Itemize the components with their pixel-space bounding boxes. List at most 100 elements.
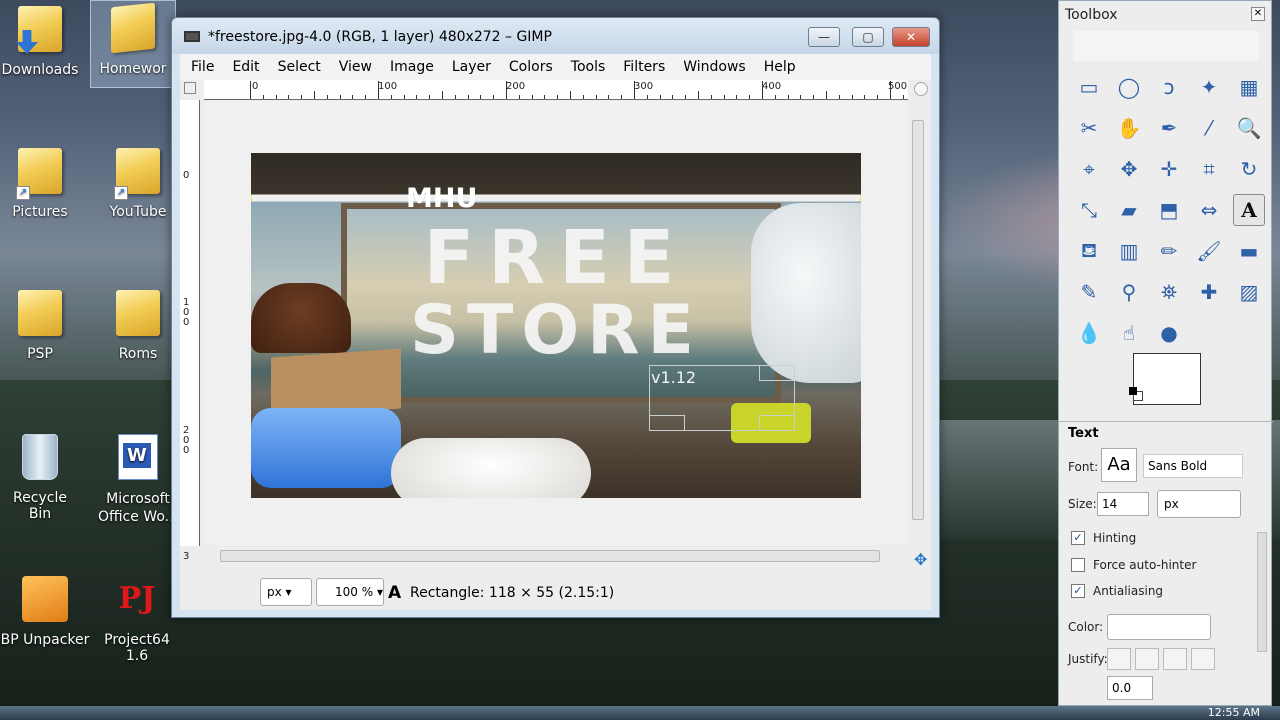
minimize-button[interactable]: — bbox=[808, 27, 840, 47]
flip-icon[interactable]: ⇔ bbox=[1193, 194, 1225, 226]
color-picker-icon[interactable]: ⁄ bbox=[1193, 112, 1225, 144]
free-select-icon[interactable]: ↄ bbox=[1153, 71, 1185, 103]
font-preview[interactable]: Aa bbox=[1101, 448, 1137, 482]
dodge-burn-icon[interactable]: ● bbox=[1153, 317, 1185, 349]
text-color-button[interactable] bbox=[1107, 614, 1211, 640]
desktop-icon-psp[interactable]: PSP bbox=[0, 286, 80, 362]
smudge-icon[interactable]: ☝ bbox=[1113, 317, 1145, 349]
ruler-tick bbox=[288, 95, 290, 99]
paths-icon[interactable]: ✒ bbox=[1153, 112, 1185, 144]
size-unit-select[interactable]: px bbox=[1157, 490, 1241, 518]
scroll-thumb[interactable] bbox=[912, 120, 924, 520]
color-area[interactable] bbox=[1129, 353, 1203, 407]
text-box-handle[interactable] bbox=[759, 415, 795, 431]
bucket-fill-icon[interactable]: ⛾ bbox=[1073, 235, 1105, 267]
rotate-icon[interactable]: ↻ bbox=[1233, 153, 1265, 185]
options-scrollbar[interactable] bbox=[1257, 532, 1267, 652]
ellipse-select-icon[interactable]: ◯ bbox=[1113, 71, 1145, 103]
toolbox-title: Toolbox bbox=[1065, 7, 1118, 23]
menu-select[interactable]: Select bbox=[269, 54, 330, 80]
menu-filters[interactable]: Filters bbox=[614, 54, 674, 80]
indent-input[interactable]: 0.0 bbox=[1107, 676, 1153, 700]
vertical-ruler[interactable]: 0 1 0 0 2 0 0 3 bbox=[180, 100, 200, 562]
unit-selector[interactable]: px ▾ bbox=[260, 578, 312, 606]
text-icon[interactable]: A bbox=[1233, 194, 1265, 226]
perspective-clone-icon[interactable]: ▨ bbox=[1233, 276, 1265, 308]
ruler-tick bbox=[416, 95, 418, 99]
maximize-button[interactable]: ▢ bbox=[852, 27, 884, 47]
menu-help[interactable]: Help bbox=[755, 54, 805, 80]
eraser-icon[interactable]: ▬ bbox=[1233, 235, 1265, 267]
justify-right-button[interactable] bbox=[1135, 648, 1159, 670]
desktop-icon-downloads[interactable]: Downloads bbox=[0, 2, 80, 78]
crop-icon[interactable]: ⌗ bbox=[1193, 153, 1225, 185]
heal-icon[interactable]: ✚ bbox=[1193, 276, 1225, 308]
zoom-icon[interactable]: 🔍 bbox=[1233, 112, 1265, 144]
scale-icon[interactable]: ⤡ bbox=[1073, 194, 1105, 226]
desktop-icon-bp-unpacker[interactable]: BP Unpacker bbox=[0, 572, 90, 648]
measure-icon[interactable]: ⌖ bbox=[1073, 153, 1105, 185]
title-bar[interactable]: *freestore.jpg-4.0 (RGB, 1 layer) 480x27… bbox=[172, 18, 939, 54]
menu-layer[interactable]: Layer bbox=[443, 54, 500, 80]
zoom-image-icon[interactable] bbox=[914, 82, 928, 96]
justify-left-button[interactable] bbox=[1107, 648, 1131, 670]
desktop-icon-homework[interactable]: Homewor bbox=[90, 0, 176, 88]
size-input[interactable]: 14 bbox=[1097, 492, 1149, 516]
text-box-handle[interactable] bbox=[649, 415, 685, 431]
blur-icon[interactable]: 💧 bbox=[1073, 317, 1105, 349]
hinting-checkbox[interactable]: ✓ bbox=[1071, 531, 1085, 545]
desktop-icon-pictures[interactable]: ↗ Pictures bbox=[0, 144, 80, 220]
justify-center-button[interactable] bbox=[1163, 648, 1187, 670]
ink-icon[interactable]: ⚲ bbox=[1113, 276, 1145, 308]
force-autohinter-checkbox[interactable] bbox=[1071, 558, 1085, 572]
close-button[interactable]: ✕ bbox=[892, 27, 930, 47]
pencil-icon[interactable]: ✏ bbox=[1153, 235, 1185, 267]
ruler-tick bbox=[442, 91, 443, 99]
blend-icon[interactable]: ▥ bbox=[1113, 235, 1145, 267]
paintbrush-icon[interactable]: 🖌 bbox=[1193, 235, 1225, 267]
perspective-icon[interactable]: ⬒ bbox=[1153, 194, 1185, 226]
zoom-value: 100 % bbox=[335, 585, 374, 599]
default-colors-icon[interactable] bbox=[1129, 387, 1137, 395]
menu-file[interactable]: File bbox=[180, 54, 223, 80]
menu-windows[interactable]: Windows bbox=[674, 54, 755, 80]
select-by-color-icon[interactable]: ▦ bbox=[1233, 71, 1265, 103]
desktop-icon-recycle-bin[interactable]: Recycle Bin bbox=[0, 430, 80, 522]
font-input[interactable]: Sans Bold bbox=[1143, 454, 1243, 478]
close-icon[interactable]: ✕ bbox=[1251, 7, 1265, 21]
fuzzy-select-icon[interactable]: ✦ bbox=[1193, 71, 1225, 103]
image-text-version[interactable]: v1.12 bbox=[651, 368, 696, 387]
menu-view[interactable]: View bbox=[330, 54, 381, 80]
image-canvas[interactable]: MHU FREE STORE v1.12 bbox=[251, 153, 861, 498]
align-icon[interactable]: ✛ bbox=[1153, 153, 1185, 185]
foreground-color[interactable] bbox=[1133, 353, 1201, 405]
desktop-icon-project64[interactable]: PJ Project64 1.6 bbox=[92, 572, 182, 664]
menu-edit[interactable]: Edit bbox=[223, 54, 268, 80]
vertical-scrollbar[interactable] bbox=[910, 110, 926, 540]
text-box-handle[interactable] bbox=[759, 365, 795, 381]
wilber-drop-area[interactable] bbox=[1073, 31, 1259, 61]
rect-select-icon[interactable]: ▭ bbox=[1073, 71, 1105, 103]
menu-tools[interactable]: Tools bbox=[562, 54, 615, 80]
shear-icon[interactable]: ▰ bbox=[1113, 194, 1145, 226]
move-icon[interactable]: ✥ bbox=[1113, 153, 1145, 185]
zoom-selector[interactable]: 100 % ▾ bbox=[316, 578, 384, 606]
navigate-icon[interactable]: ✥ bbox=[914, 550, 927, 569]
quick-mask-toggle[interactable] bbox=[184, 82, 196, 94]
canvas-area[interactable]: MHU FREE STORE v1.12 bbox=[204, 101, 908, 545]
desktop-icon-youtube[interactable]: ↗ YouTube bbox=[98, 144, 178, 220]
horizontal-scrollbar[interactable] bbox=[220, 548, 890, 564]
menu-image[interactable]: Image bbox=[381, 54, 443, 80]
foreground-select-icon[interactable]: ✋ bbox=[1113, 112, 1145, 144]
airbrush-icon[interactable]: ✎ bbox=[1073, 276, 1105, 308]
clone-icon[interactable]: ⛯ bbox=[1153, 276, 1185, 308]
scissors-icon[interactable]: ✂ bbox=[1073, 112, 1105, 144]
desktop-icon-roms[interactable]: Roms bbox=[98, 286, 178, 362]
desktop-icon-ms-word[interactable]: Microsoft Office Wo... bbox=[96, 430, 180, 526]
folder-icon bbox=[114, 290, 162, 342]
scroll-thumb[interactable] bbox=[220, 550, 880, 562]
horizontal-ruler[interactable]: 0 100 200 300 400 500 bbox=[204, 80, 908, 100]
antialiasing-checkbox[interactable]: ✓ bbox=[1071, 584, 1085, 598]
justify-fill-button[interactable] bbox=[1191, 648, 1215, 670]
menu-colors[interactable]: Colors bbox=[500, 54, 562, 80]
